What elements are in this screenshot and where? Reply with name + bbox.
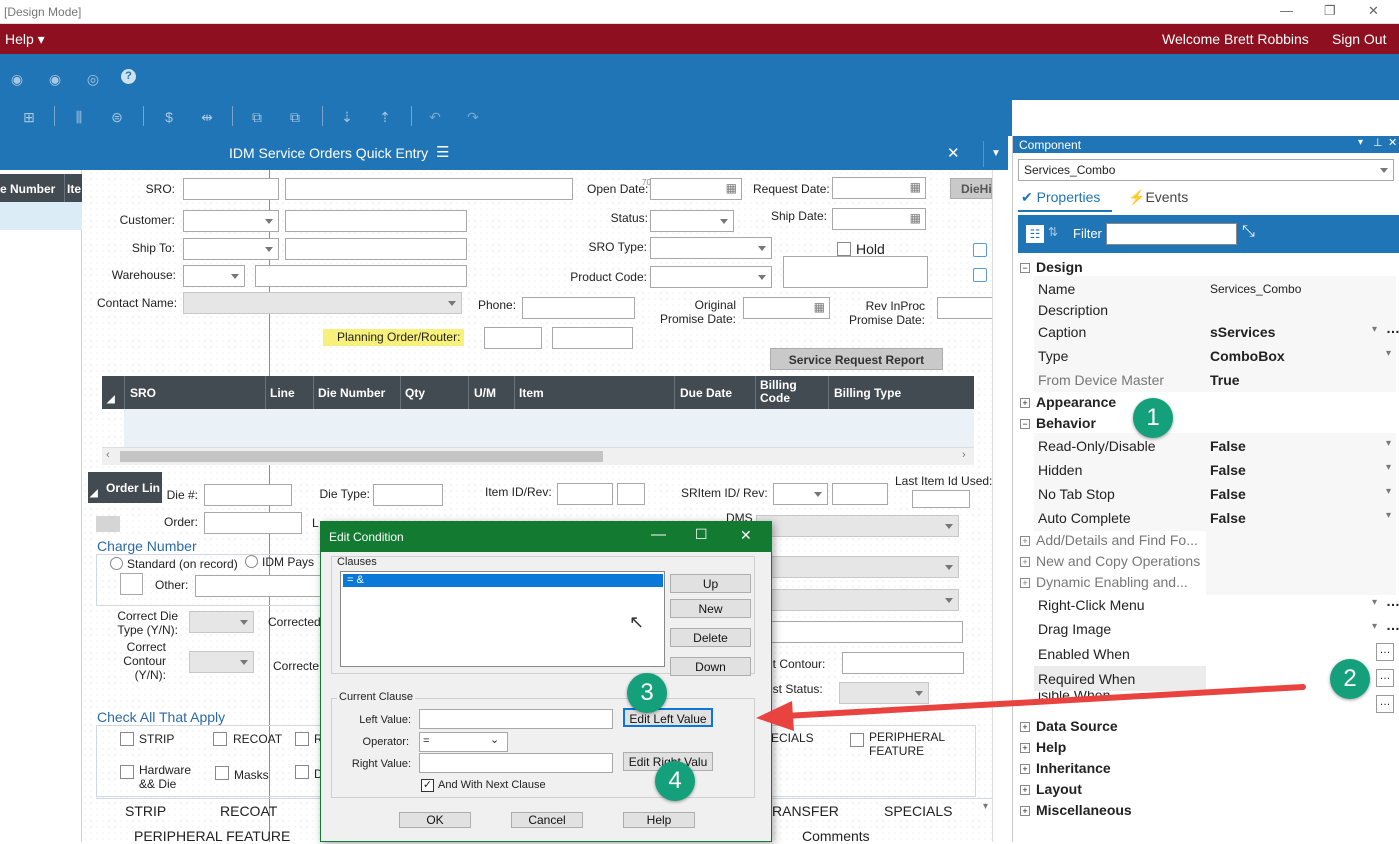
annotation-arrow [756, 684, 1306, 731]
callout-badge-4: 4 [655, 761, 695, 801]
callout-badge-1: 1 [1133, 398, 1173, 438]
callout-badge-2: 2 [1330, 659, 1370, 699]
callout-badge-3: 3 [627, 673, 667, 713]
